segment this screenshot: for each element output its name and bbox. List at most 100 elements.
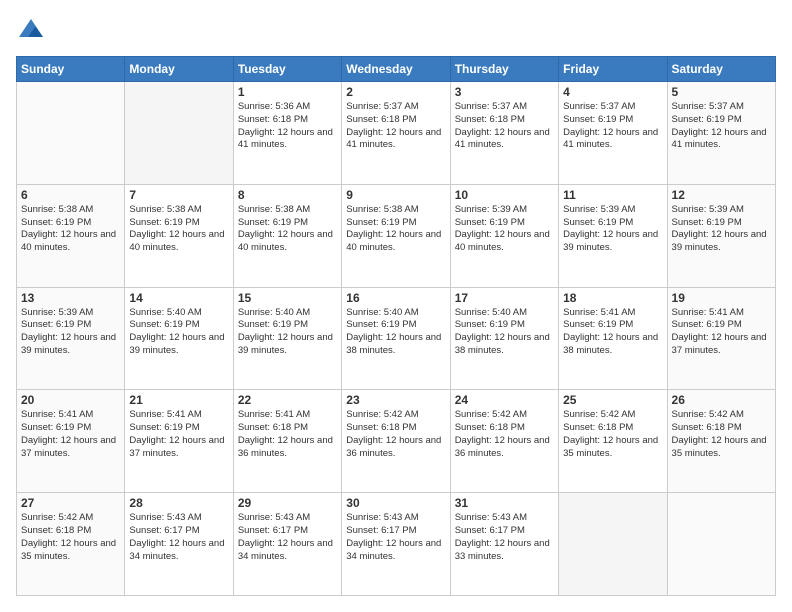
weekday-header-thursday: Thursday <box>450 57 558 82</box>
day-number: 3 <box>455 85 554 99</box>
day-info: Sunrise: 5:40 AM Sunset: 6:19 PM Dayligh… <box>238 307 337 358</box>
week-row-3: 13Sunrise: 5:39 AM Sunset: 6:19 PM Dayli… <box>17 287 776 390</box>
day-cell: 25 Sunrise: 5:42 AM Sunset: 6:18 PM Dayli… <box>559 390 667 493</box>
day-cell: 6 Sunrise: 5:38 AM Sunset: 6:19 PM Daylig… <box>17 184 125 287</box>
week-row-2: 6 Sunrise: 5:38 AM Sunset: 6:19 PM Daylig… <box>17 184 776 287</box>
day-info: Sunrise: 5:43 AM Sunset: 6:17 PM Dayligh… <box>346 512 445 563</box>
day-cell: 4 Sunrise: 5:37 AM Sunset: 6:19 PM Daylig… <box>559 82 667 185</box>
day-info: Sunrise: 5:41 AM Sunset: 6:19 PM Dayligh… <box>21 409 120 460</box>
day-number: 15 <box>238 291 337 305</box>
day-number: 21 <box>129 393 228 407</box>
day-cell: 17 Sunrise: 5:40 AM Sunset: 6:19 PM Dayli… <box>450 287 558 390</box>
day-number: 25 <box>563 393 662 407</box>
week-row-1: 1 Sunrise: 5:36 AM Sunset: 6:18 PM Daylig… <box>17 82 776 185</box>
day-number: 12 <box>672 188 771 202</box>
day-number: 10 <box>455 188 554 202</box>
day-cell: 8 Sunrise: 5:38 AM Sunset: 6:19 PM Daylig… <box>233 184 341 287</box>
weekday-header-tuesday: Tuesday <box>233 57 341 82</box>
weekday-header-friday: Friday <box>559 57 667 82</box>
day-cell: 31 Sunrise: 5:43 AM Sunset: 6:17 PM Dayli… <box>450 493 558 596</box>
day-number: 11 <box>563 188 662 202</box>
day-info: Sunrise: 5:43 AM Sunset: 6:17 PM Dayligh… <box>238 512 337 563</box>
day-cell: 20 Sunrise: 5:41 AM Sunset: 6:19 PM Dayli… <box>17 390 125 493</box>
day-info: Sunrise: 5:41 AM Sunset: 6:19 PM Dayligh… <box>563 307 662 358</box>
day-cell: 22 Sunrise: 5:41 AM Sunset: 6:18 PM Dayli… <box>233 390 341 493</box>
weekday-header-sunday: Sunday <box>17 57 125 82</box>
day-info: Sunrise: 5:40 AM Sunset: 6:19 PM Dayligh… <box>129 307 228 358</box>
day-info: Sunrise: 5:42 AM Sunset: 6:18 PM Dayligh… <box>21 512 120 563</box>
day-info: Sunrise: 5:36 AM Sunset: 6:18 PM Dayligh… <box>238 101 337 152</box>
day-info: Sunrise: 5:41 AM Sunset: 6:18 PM Dayligh… <box>238 409 337 460</box>
day-number: 2 <box>346 85 445 99</box>
day-cell: 5Sunrise: 5:37 AM Sunset: 6:19 PM Daylig… <box>667 82 775 185</box>
day-number: 1 <box>238 85 337 99</box>
weekday-header-monday: Monday <box>125 57 233 82</box>
day-cell <box>667 493 775 596</box>
day-info: Sunrise: 5:37 AM Sunset: 6:19 PM Dayligh… <box>563 101 662 152</box>
day-info: Sunrise: 5:38 AM Sunset: 6:19 PM Dayligh… <box>238 204 337 255</box>
day-cell: 29 Sunrise: 5:43 AM Sunset: 6:17 PM Dayli… <box>233 493 341 596</box>
day-info: Sunrise: 5:43 AM Sunset: 6:17 PM Dayligh… <box>455 512 554 563</box>
week-row-5: 27 Sunrise: 5:42 AM Sunset: 6:18 PM Dayli… <box>17 493 776 596</box>
day-cell: 9Sunrise: 5:38 AM Sunset: 6:19 PM Daylig… <box>342 184 450 287</box>
page: SundayMondayTuesdayWednesdayThursdayFrid… <box>0 0 792 612</box>
day-number: 28 <box>129 496 228 510</box>
day-info: Sunrise: 5:41 AM Sunset: 6:19 PM Dayligh… <box>129 409 228 460</box>
day-info: Sunrise: 5:43 AM Sunset: 6:17 PM Dayligh… <box>129 512 228 563</box>
day-number: 20 <box>21 393 120 407</box>
day-cell: 2 Sunrise: 5:37 AM Sunset: 6:18 PM Daylig… <box>342 82 450 185</box>
day-cell: 1 Sunrise: 5:36 AM Sunset: 6:18 PM Daylig… <box>233 82 341 185</box>
day-number: 8 <box>238 188 337 202</box>
day-number: 6 <box>21 188 120 202</box>
day-number: 31 <box>455 496 554 510</box>
day-cell: 3 Sunrise: 5:37 AM Sunset: 6:18 PM Daylig… <box>450 82 558 185</box>
day-info: Sunrise: 5:41 AM Sunset: 6:19 PM Dayligh… <box>672 307 771 358</box>
day-number: 4 <box>563 85 662 99</box>
day-cell: 28 Sunrise: 5:43 AM Sunset: 6:17 PM Dayli… <box>125 493 233 596</box>
week-row-4: 20 Sunrise: 5:41 AM Sunset: 6:19 PM Dayli… <box>17 390 776 493</box>
day-number: 19 <box>672 291 771 305</box>
day-number: 16 <box>346 291 445 305</box>
day-number: 22 <box>238 393 337 407</box>
day-cell: 14 Sunrise: 5:40 AM Sunset: 6:19 PM Dayli… <box>125 287 233 390</box>
day-cell: 12Sunrise: 5:39 AM Sunset: 6:19 PM Dayli… <box>667 184 775 287</box>
day-number: 7 <box>129 188 228 202</box>
day-cell <box>125 82 233 185</box>
day-number: 27 <box>21 496 120 510</box>
day-info: Sunrise: 5:38 AM Sunset: 6:19 PM Dayligh… <box>346 204 445 255</box>
day-info: Sunrise: 5:42 AM Sunset: 6:18 PM Dayligh… <box>455 409 554 460</box>
calendar-table: SundayMondayTuesdayWednesdayThursdayFrid… <box>16 56 776 596</box>
day-number: 29 <box>238 496 337 510</box>
day-info: Sunrise: 5:40 AM Sunset: 6:19 PM Dayligh… <box>455 307 554 358</box>
day-info: Sunrise: 5:39 AM Sunset: 6:19 PM Dayligh… <box>21 307 120 358</box>
day-cell: 13Sunrise: 5:39 AM Sunset: 6:19 PM Dayli… <box>17 287 125 390</box>
day-number: 23 <box>346 393 445 407</box>
day-number: 30 <box>346 496 445 510</box>
day-info: Sunrise: 5:42 AM Sunset: 6:18 PM Dayligh… <box>563 409 662 460</box>
day-info: Sunrise: 5:42 AM Sunset: 6:18 PM Dayligh… <box>346 409 445 460</box>
day-number: 17 <box>455 291 554 305</box>
day-number: 14 <box>129 291 228 305</box>
day-info: Sunrise: 5:37 AM Sunset: 6:18 PM Dayligh… <box>455 101 554 152</box>
day-number: 5 <box>672 85 771 99</box>
day-info: Sunrise: 5:39 AM Sunset: 6:19 PM Dayligh… <box>563 204 662 255</box>
logo <box>16 16 50 46</box>
day-info: Sunrise: 5:37 AM Sunset: 6:18 PM Dayligh… <box>346 101 445 152</box>
day-info: Sunrise: 5:42 AM Sunset: 6:18 PM Dayligh… <box>672 409 771 460</box>
header <box>16 16 776 46</box>
weekday-header-wednesday: Wednesday <box>342 57 450 82</box>
day-cell <box>559 493 667 596</box>
day-cell: 23 Sunrise: 5:42 AM Sunset: 6:18 PM Dayli… <box>342 390 450 493</box>
day-info: Sunrise: 5:40 AM Sunset: 6:19 PM Dayligh… <box>346 307 445 358</box>
day-cell: 7 Sunrise: 5:38 AM Sunset: 6:19 PM Daylig… <box>125 184 233 287</box>
day-cell: 10Sunrise: 5:39 AM Sunset: 6:19 PM Dayli… <box>450 184 558 287</box>
day-info: Sunrise: 5:38 AM Sunset: 6:19 PM Dayligh… <box>21 204 120 255</box>
day-number: 24 <box>455 393 554 407</box>
day-info: Sunrise: 5:38 AM Sunset: 6:19 PM Dayligh… <box>129 204 228 255</box>
day-cell: 15 Sunrise: 5:40 AM Sunset: 6:19 PM Dayli… <box>233 287 341 390</box>
day-cell: 21 Sunrise: 5:41 AM Sunset: 6:19 PM Dayli… <box>125 390 233 493</box>
day-cell: 11 Sunrise: 5:39 AM Sunset: 6:19 PM Dayli… <box>559 184 667 287</box>
weekday-header-saturday: Saturday <box>667 57 775 82</box>
day-cell <box>17 82 125 185</box>
day-cell: 26Sunrise: 5:42 AM Sunset: 6:18 PM Dayli… <box>667 390 775 493</box>
